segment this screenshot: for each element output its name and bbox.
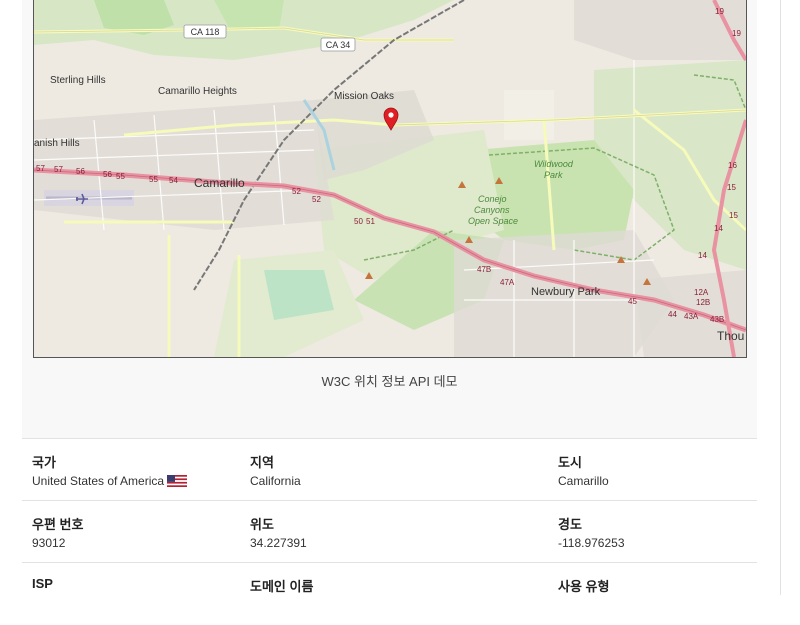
city-label: 도시 — [558, 455, 582, 470]
ip-info-table: 국가 United States of America 지역 Californi… — [22, 438, 757, 595]
exit-number-label: 16 — [728, 161, 737, 170]
exit-number-label: 57 — [54, 165, 63, 174]
usage-type-label: 사용 유형 — [558, 579, 610, 594]
shield-ca118: CA 118 — [191, 27, 220, 37]
map-caption: W3C 위치 정보 API 데모 — [321, 374, 458, 389]
exit-number-label: 19 — [732, 29, 741, 38]
place-newbury-park: Newbury Park — [531, 286, 601, 298]
us-flag-icon — [167, 475, 188, 487]
place-conejo-open-space: Open Space — [468, 216, 518, 226]
exit-number-label: 12A — [694, 288, 709, 297]
exit-number-label: 19 — [715, 7, 724, 16]
country-value: United States of America — [32, 474, 188, 488]
longitude-value: -118.976253 — [558, 536, 625, 550]
exit-number-label: 43B — [710, 315, 724, 324]
exit-number-label: 52 — [292, 187, 301, 196]
page-edge — [780, 0, 781, 595]
postal-code-value: 93012 — [32, 536, 66, 550]
exit-number-label: 43A — [684, 312, 699, 321]
exit-number-label: 14 — [698, 251, 707, 260]
exit-number-label: 15 — [729, 211, 738, 220]
place-wildwood-park: Park — [544, 170, 563, 180]
region-value: California — [250, 474, 301, 488]
domain-name-label: 도메인 이름 — [250, 579, 314, 594]
map-view[interactable]: CA 118 CA 34 Sterling Hills Camarillo He… — [33, 0, 747, 358]
exit-number-label: 54 — [169, 176, 178, 185]
exit-number-label: 51 — [366, 217, 375, 226]
exit-number-label: 57 — [36, 164, 45, 173]
region-label: 지역 — [250, 455, 274, 470]
exit-number-label: 47B — [477, 265, 491, 274]
city-value: Camarillo — [558, 474, 609, 488]
info-row-3: ISP 도메인 이름 사용 유형 — [22, 562, 757, 625]
place-conejo-canyons: Canyons — [474, 205, 510, 215]
exit-number-label: 55 — [116, 172, 125, 181]
exit-number-label: 56 — [76, 167, 85, 176]
place-conejo: Conejo — [478, 194, 507, 204]
exit-number-label: 52 — [312, 195, 321, 204]
exit-number-label: 50 — [354, 217, 363, 226]
info-row-2: 우편 번호 93012 위도 34.227391 경도 -118.976253 — [22, 500, 757, 563]
place-wildwood: Wildwood — [534, 159, 574, 169]
place-camarillo: Camarillo — [194, 176, 245, 190]
exit-number-label: 15 — [727, 183, 736, 192]
isp-label: ISP — [32, 576, 53, 591]
latitude-value: 34.227391 — [250, 536, 307, 550]
postal-code-label: 우편 번호 — [32, 517, 84, 532]
exit-number-label: 14 — [714, 224, 723, 233]
place-sterling-hills: Sterling Hills — [50, 75, 106, 86]
country-label: 국가 — [32, 455, 56, 470]
exit-number-label: 55 — [149, 175, 158, 184]
exit-number-label: 45 — [628, 297, 637, 306]
place-spanish-hills: anish Hills — [34, 138, 80, 149]
exit-number-label: 56 — [103, 170, 112, 179]
longitude-label: 경도 — [558, 517, 582, 532]
place-thousand-oaks: Thou — [717, 329, 744, 343]
exit-number-label: 12B — [696, 298, 710, 307]
exit-number-label: 47A — [500, 278, 515, 287]
place-mission-oaks: Mission Oaks — [334, 91, 394, 102]
latitude-label: 위도 — [250, 517, 274, 532]
exit-number-label: 44 — [668, 310, 677, 319]
info-row-1: 국가 United States of America 지역 Californi… — [22, 438, 757, 501]
place-camarillo-heights: Camarillo Heights — [158, 86, 237, 97]
shield-ca34: CA 34 — [326, 40, 351, 50]
